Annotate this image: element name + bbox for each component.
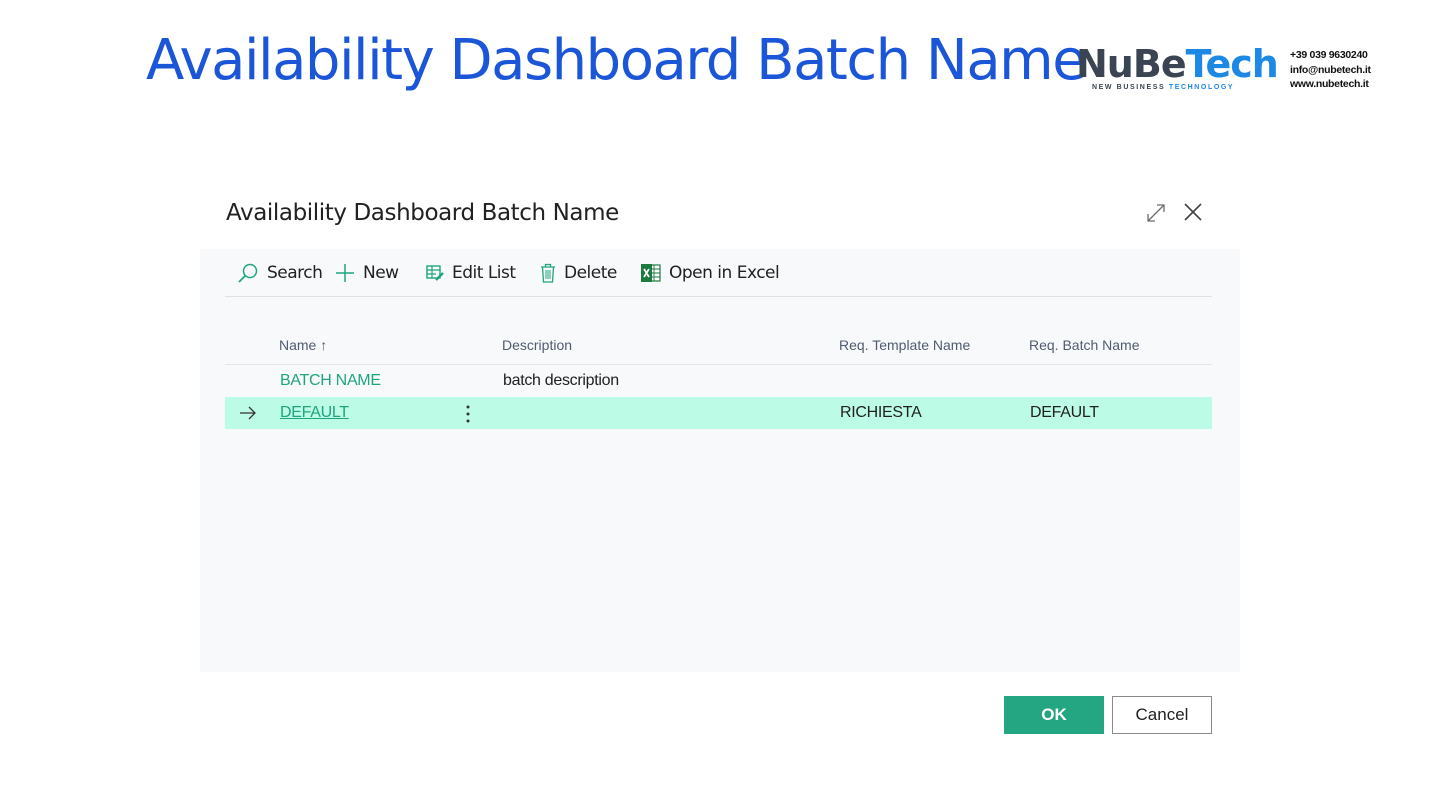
search-icon xyxy=(238,263,258,283)
column-header-name[interactable]: Name ↑ xyxy=(279,337,327,353)
delete-label: Delete xyxy=(564,263,617,283)
list-panel: Search New Edit List Delete Open in Exce… xyxy=(200,249,1240,672)
expand-icon[interactable] xyxy=(1146,203,1166,223)
ok-button[interactable]: OK xyxy=(1004,696,1104,734)
column-header-name-label: Name xyxy=(279,337,317,353)
action-toolbar: Search New Edit List Delete Open in Exce… xyxy=(225,249,1212,297)
close-icon[interactable] xyxy=(1183,202,1203,222)
column-header-req-template[interactable]: Req. Template Name xyxy=(839,337,970,353)
logo-part2: Tech xyxy=(1185,42,1279,86)
contact-phone: +39 039 9630240 xyxy=(1290,49,1368,61)
table-row-selected[interactable]: DEFAULT RICHIESTA DEFAULT xyxy=(225,397,1212,429)
new-label: New xyxy=(363,263,399,283)
open-excel-label: Open in Excel xyxy=(669,263,780,283)
nubetech-logo: NuBeTech NEW BUSINESS TECHNOLOGY xyxy=(1076,42,1279,94)
column-header-description[interactable]: Description xyxy=(502,337,572,353)
row-req-template: RICHIESTA xyxy=(840,404,922,421)
search-button[interactable]: Search xyxy=(237,261,323,285)
open-excel-button[interactable]: Open in Excel xyxy=(641,261,780,285)
row-name-link[interactable]: BATCH NAME xyxy=(280,372,381,390)
sort-ascending-icon: ↑ xyxy=(320,337,328,353)
row-req-batch: DEFAULT xyxy=(1030,404,1099,421)
search-label: Search xyxy=(267,263,323,283)
delete-button[interactable]: Delete xyxy=(540,261,617,285)
dialog-title: Availability Dashboard Batch Name xyxy=(226,200,619,226)
row-name-link[interactable]: DEFAULT xyxy=(280,404,349,422)
more-options-icon[interactable] xyxy=(463,403,473,425)
plus-icon xyxy=(336,264,354,282)
trash-icon xyxy=(541,263,555,283)
table-row[interactable]: BATCH NAME batch description xyxy=(225,365,1212,397)
contact-info: +39 039 9630240 info@nubetech.it www.nub… xyxy=(1290,48,1371,92)
edit-list-icon xyxy=(426,265,444,281)
excel-icon xyxy=(641,264,661,282)
edit-list-button[interactable]: Edit List xyxy=(426,261,516,285)
contact-website: www.nubetech.it xyxy=(1290,78,1369,90)
logo-tagline-part1: NEW BUSINESS xyxy=(1092,84,1166,91)
logo-tagline-part2: TECHNOLOGY xyxy=(1168,84,1235,91)
row-description: batch description xyxy=(503,372,619,389)
cancel-button[interactable]: Cancel xyxy=(1112,696,1212,734)
current-row-arrow-icon xyxy=(240,406,256,420)
slide-title: Availability Dashboard Batch Name xyxy=(146,28,1087,93)
edit-list-label: Edit List xyxy=(452,263,516,283)
batch-list-grid: Name ↑ Description Req. Template Name Re… xyxy=(225,329,1212,429)
logo-part1: NuBe xyxy=(1076,42,1187,86)
new-button[interactable]: New xyxy=(335,261,399,285)
column-header-req-batch[interactable]: Req. Batch Name xyxy=(1029,337,1140,353)
contact-email: info@nubetech.it xyxy=(1290,63,1371,76)
grid-header: Name ↑ Description Req. Template Name Re… xyxy=(225,329,1212,365)
